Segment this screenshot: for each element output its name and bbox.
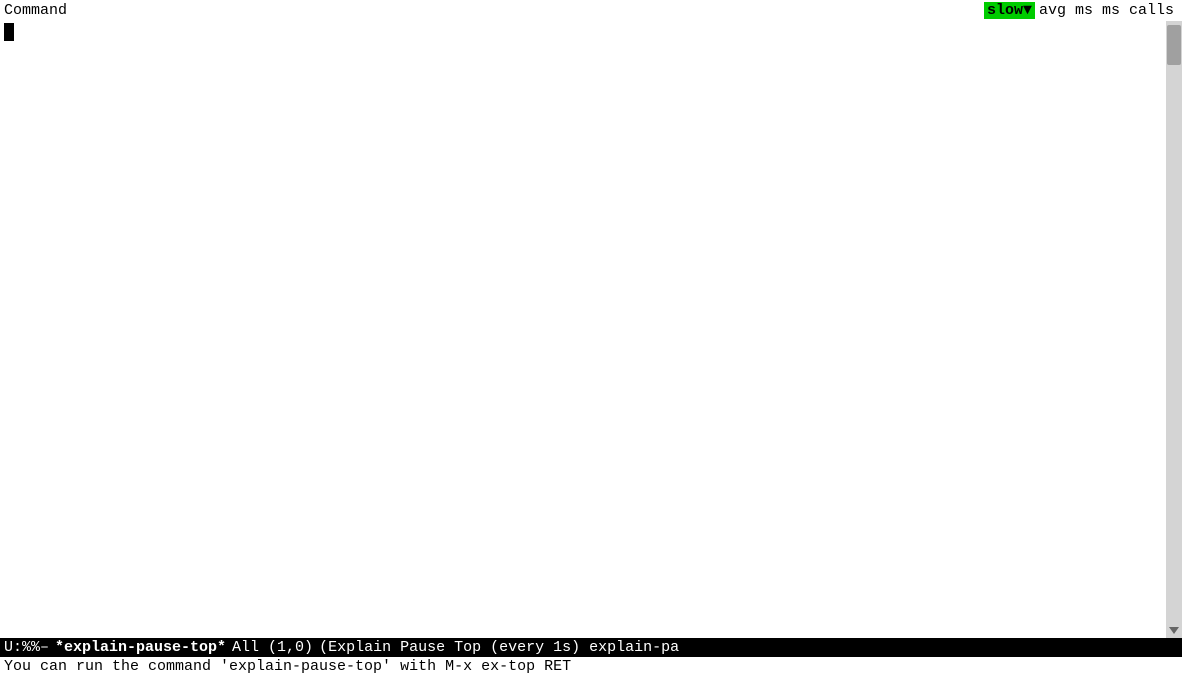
slow-badge: slow▼ (984, 2, 1035, 19)
column-headers: avg ms ms calls (1039, 2, 1174, 19)
command-label: Command (4, 2, 67, 19)
emacs-window: Command slow▼ avg ms ms calls U:%%– *exp… (0, 0, 1182, 676)
header-bar: Command slow▼ avg ms ms calls (0, 0, 1182, 21)
text-cursor (4, 23, 14, 41)
echo-area: You can run the command 'explain-pause-t… (0, 657, 1182, 676)
scrollbar[interactable] (1166, 21, 1182, 638)
slow-label: slow (987, 2, 1023, 19)
main-area (0, 21, 1182, 638)
editor-content[interactable] (0, 21, 1166, 638)
buffer-name: *explain-pause-top* (55, 639, 226, 656)
slow-arrow: ▼ (1023, 2, 1032, 19)
mode-line-prefix: U:%%– (4, 639, 49, 656)
buffer-position: All (1,0) (232, 639, 313, 656)
mode-line: U:%%– *explain-pause-top* All (1,0) (Exp… (0, 638, 1182, 657)
scrollbar-down-arrow-icon[interactable] (1169, 627, 1179, 634)
echo-text: You can run the command 'explain-pause-t… (4, 658, 571, 675)
scrollbar-thumb[interactable] (1167, 25, 1181, 65)
major-mode: (Explain Pause Top (every 1s) explain-pa (319, 639, 679, 656)
header-right: slow▼ avg ms ms calls (984, 2, 1174, 19)
